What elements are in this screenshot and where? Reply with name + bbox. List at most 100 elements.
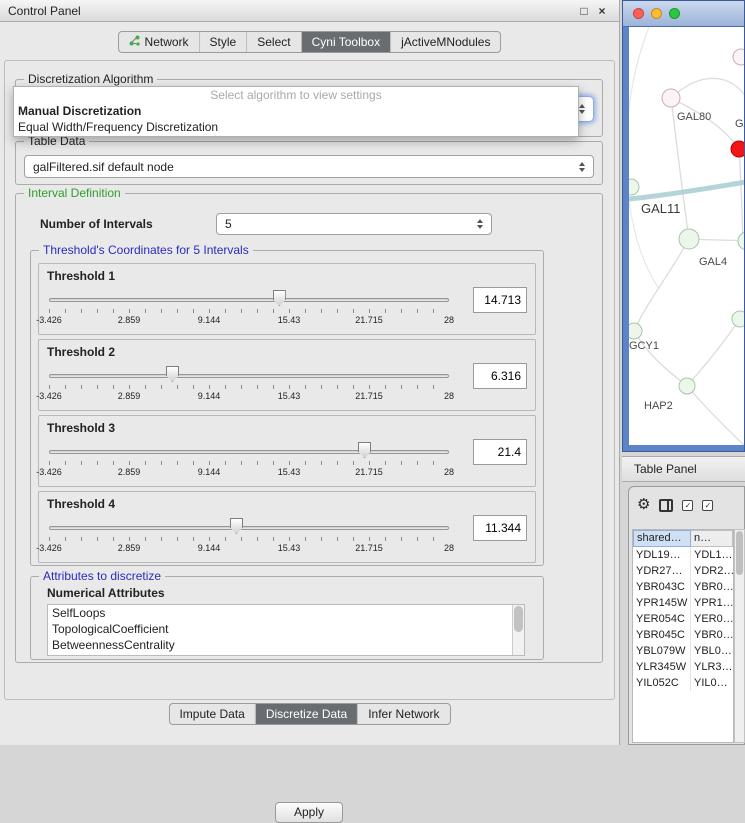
table-row[interactable]: YBR045CYBR0… — [633, 627, 733, 643]
threshold-1-value-field[interactable] — [473, 287, 527, 313]
menu-item-manual-discretization[interactable]: Manual Discretization — [14, 103, 578, 119]
table-row[interactable]: YBL079WYBL0… — [633, 643, 733, 659]
cell: YDR27… — [633, 563, 691, 579]
network-node[interactable] — [733, 49, 744, 65]
scale-label: 28 — [444, 315, 454, 325]
apply-button[interactable]: Apply — [275, 802, 343, 823]
slider-track[interactable] — [49, 298, 449, 302]
table-row[interactable]: YPR145WYPR1… — [633, 595, 733, 611]
menu-item-equal-width-frequency[interactable]: Equal Width/Frequency Discretization — [14, 119, 578, 135]
number-of-intervals-combobox[interactable]: 5 — [216, 213, 492, 235]
interval-definition-group: Interval Definition Number of Intervals … — [15, 193, 603, 663]
threshold-1-slider[interactable]: -3.426 2.859 9.144 15.43 21.715 28 — [49, 286, 449, 332]
cell: YBR043C — [633, 579, 691, 595]
cyni-toolbox-panel: Discretization Algorithm Select algorith… — [4, 60, 615, 700]
tab-select[interactable]: Select — [246, 32, 300, 52]
list-item[interactable]: SelfLoops — [48, 605, 524, 621]
network-edge — [671, 98, 739, 149]
cell: YER054C — [633, 611, 691, 627]
slider-thumb[interactable] — [358, 442, 371, 458]
threshold-2-value-field[interactable] — [473, 363, 527, 389]
slider-thumb[interactable] — [230, 518, 243, 534]
table-row[interactable]: YLR345WYLR3… — [633, 659, 733, 675]
cell: YDR2… — [691, 563, 733, 579]
threshold-4-panel: Threshold 4 -3.426 2.859 9.144 15.43 21.… — [38, 491, 536, 563]
scale-label: -3.426 — [36, 391, 62, 401]
tab-infer-network[interactable]: Infer Network — [357, 704, 449, 724]
node-table: shared… n… YDL19…YDL1… YDR27…YDR2… YBR04… — [632, 529, 734, 743]
column-header-name[interactable]: n… — [691, 530, 733, 547]
slider-thumb[interactable] — [273, 290, 286, 306]
tab-label: jActiveMNodules — [401, 35, 490, 49]
slider-thumb[interactable] — [166, 366, 179, 382]
threshold-3-slider[interactable]: -3.426 2.859 9.144 15.43 21.715 28 — [49, 438, 449, 484]
cell: YIL0… — [691, 675, 733, 691]
tab-discretize-data[interactable]: Discretize Data — [255, 704, 357, 724]
scale-label: 28 — [444, 467, 454, 477]
tab-jactivemnodules[interactable]: jActiveMNodules — [390, 32, 500, 52]
table-row[interactable]: YDL19…YDL1… — [633, 547, 733, 563]
group-title: Interval Definition — [24, 186, 125, 200]
zoom-traffic-light[interactable] — [669, 8, 680, 19]
group-title: Discretization Algorithm — [24, 72, 157, 86]
threshold-2-slider[interactable]: -3.426 2.859 9.144 15.43 21.715 28 — [49, 362, 449, 408]
slider-track[interactable] — [49, 450, 449, 454]
list-item[interactable]: BetweennessCentrality — [48, 637, 524, 653]
node-label-hap2: HAP2 — [644, 400, 673, 412]
select-checkbox-icon[interactable]: ✓ — [702, 500, 713, 511]
group-title: Threshold's Coordinates for 5 Intervals — [39, 243, 253, 257]
network-node[interactable] — [732, 311, 744, 327]
threshold-4-slider[interactable]: -3.426 2.859 9.144 15.43 21.715 28 — [49, 514, 449, 560]
close-traffic-light[interactable] — [633, 8, 644, 19]
table-row[interactable]: YBR043CYBR0… — [633, 579, 733, 595]
table-scrollbar[interactable] — [734, 529, 745, 743]
network-node-gal80[interactable] — [662, 89, 680, 107]
threshold-3-value-field[interactable] — [473, 439, 527, 465]
minimize-icon[interactable]: □ — [575, 4, 593, 18]
slider-track[interactable] — [49, 526, 449, 530]
network-canvas[interactable]: GAL80 GA GAL11 GAL4 GCY1 HAP2 — [629, 27, 744, 445]
minimize-traffic-light[interactable] — [651, 8, 662, 19]
network-node-selected-red[interactable] — [731, 141, 744, 157]
scrollbar-thumb[interactable] — [736, 531, 743, 575]
slider-scale: -3.426 2.859 9.144 15.43 21.715 28 — [49, 391, 449, 403]
attributes-scrollbar[interactable] — [512, 605, 524, 655]
tab-network[interactable]: Network — [119, 32, 199, 52]
table-row[interactable]: YIL052CYIL0… — [633, 675, 733, 691]
tab-label: Discretize Data — [266, 707, 347, 721]
threshold-4-value-field[interactable] — [473, 515, 527, 541]
table-data-group: Table Data galFiltered.sif default node — [15, 141, 603, 185]
tab-label: Style — [210, 35, 237, 49]
network-node-gal4[interactable] — [679, 229, 699, 249]
network-edge — [687, 386, 744, 445]
network-node-hap2[interactable] — [679, 378, 695, 394]
network-node[interactable] — [738, 232, 744, 250]
table-row[interactable]: YER054CYER0… — [633, 611, 733, 627]
number-of-intervals-value: 5 — [225, 217, 471, 231]
tab-impute-data[interactable]: Impute Data — [169, 704, 254, 724]
tab-cyni-toolbox[interactable]: Cyni Toolbox — [301, 32, 390, 52]
scrollbar-thumb[interactable] — [514, 606, 523, 632]
slider-ticks — [49, 385, 449, 389]
close-icon[interactable]: × — [593, 4, 611, 18]
tab-label: Cyni Toolbox — [312, 35, 380, 49]
list-item[interactable]: TopologicalCoefficient — [48, 621, 524, 637]
tab-style[interactable]: Style — [199, 32, 247, 52]
numerical-attributes-list: SelfLoops TopologicalCoefficient Between… — [47, 604, 525, 656]
slider-track[interactable] — [49, 374, 449, 378]
network-node-gal11[interactable] — [629, 179, 639, 195]
slider-ticks — [49, 537, 449, 541]
table-data-combobox[interactable]: galFiltered.sif default node — [24, 155, 594, 178]
column-selector-icon[interactable] — [659, 499, 673, 512]
scale-label: 21.715 — [355, 315, 383, 325]
table-row[interactable]: YDR27…YDR2… — [633, 563, 733, 579]
network-node-gcy1[interactable] — [629, 323, 642, 339]
select-all-checkbox-icon[interactable]: ✓ — [682, 500, 693, 511]
network-edge — [634, 239, 689, 331]
table-header-row: shared… n… — [633, 530, 733, 547]
window-title: Control Panel — [8, 4, 575, 18]
gear-icon[interactable]: ⚙ — [637, 496, 650, 514]
combo-arrows-icon — [579, 104, 585, 114]
number-of-intervals-label: Number of Intervals — [40, 217, 153, 231]
column-header-shared-name[interactable]: shared… — [633, 530, 691, 547]
